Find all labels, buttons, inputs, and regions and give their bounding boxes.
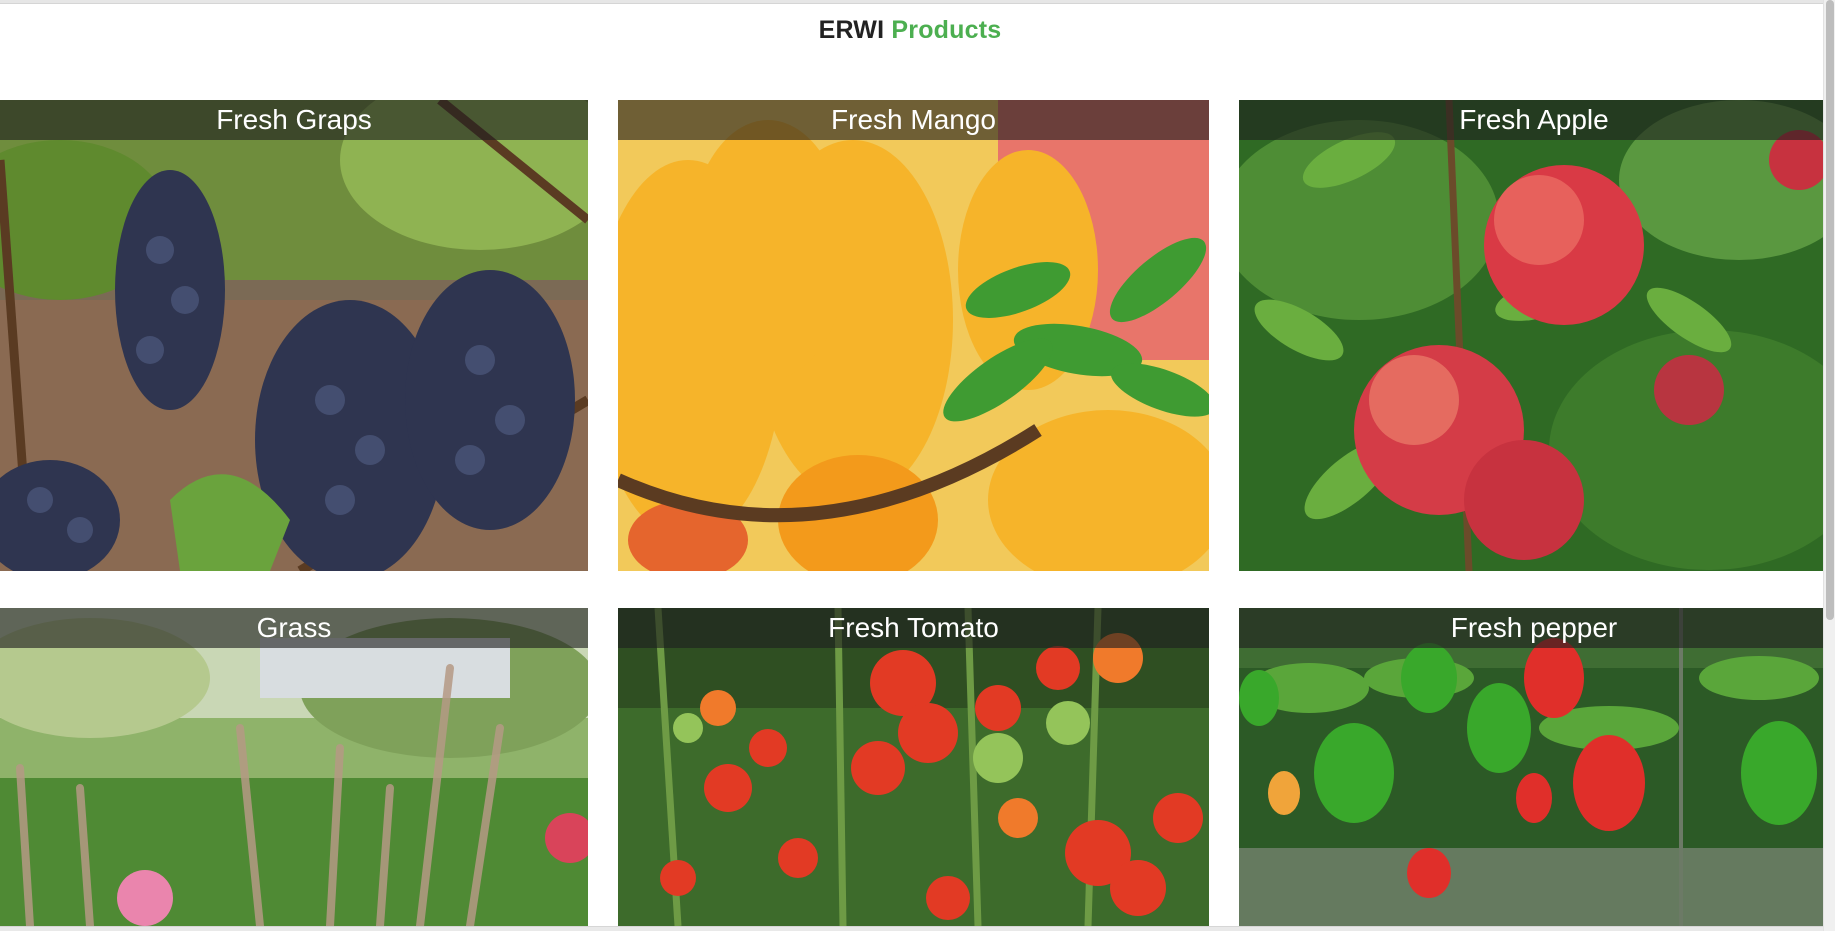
- pepper-image: [1239, 608, 1829, 926]
- product-card-tomato[interactable]: Fresh Tomato: [618, 608, 1209, 926]
- product-title: Fresh pepper: [1239, 608, 1829, 648]
- product-card-mango[interactable]: Fresh Mango: [618, 100, 1209, 571]
- product-title: Fresh Apple: [1239, 100, 1829, 140]
- product-card-grapes[interactable]: Fresh Graps: [0, 100, 588, 571]
- product-card-apple[interactable]: Fresh Apple: [1239, 100, 1829, 571]
- page-title: ERWI Products: [0, 16, 1820, 45]
- scrollbar-thumb[interactable]: [1826, 0, 1834, 620]
- horizontal-scrollbar[interactable]: [0, 926, 1823, 931]
- tomato-image: [618, 608, 1209, 926]
- page-title-accent: Products: [891, 16, 1002, 44]
- product-title: Fresh Tomato: [618, 608, 1209, 648]
- apple-image: [1239, 100, 1829, 571]
- product-title: Fresh Graps: [0, 100, 588, 140]
- product-title: Grass: [0, 608, 588, 648]
- mango-image: [618, 100, 1209, 571]
- grapes-image: [0, 100, 588, 571]
- product-card-pepper[interactable]: Fresh pepper: [1239, 608, 1829, 926]
- vertical-scrollbar[interactable]: [1823, 0, 1835, 931]
- grass-image: [0, 608, 588, 926]
- brand-name: ERWI: [818, 16, 885, 44]
- product-title: Fresh Mango: [618, 100, 1209, 140]
- product-card-grass[interactable]: Grass: [0, 608, 588, 926]
- top-border: [0, 0, 1835, 4]
